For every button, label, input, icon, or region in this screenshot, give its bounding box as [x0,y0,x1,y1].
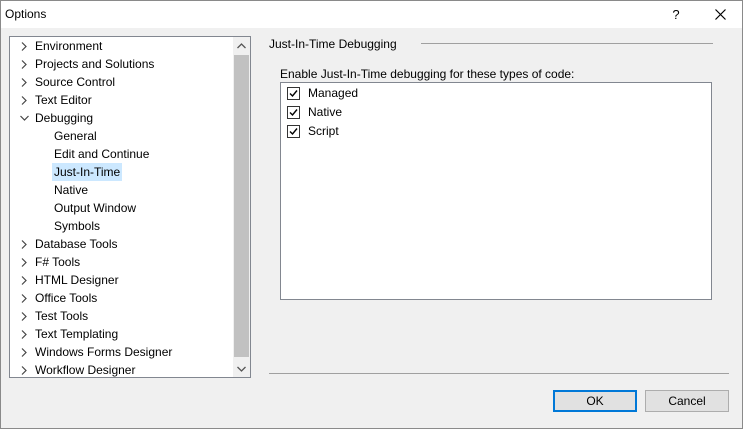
chevron-right-icon[interactable] [18,343,30,361]
close-icon [714,9,726,20]
tree-item[interactable]: Test Tools [10,307,232,325]
section-title: Just-In-Time Debugging [269,37,397,51]
tree-item[interactable]: Environment [10,37,232,55]
tree-item[interactable]: F# Tools [10,253,232,271]
chevron-down-icon[interactable] [18,109,30,127]
bottom-divider [269,373,729,374]
chevron-down-icon [237,366,246,372]
options-tree[interactable]: Environment Projects and Solutions Source … [9,36,251,378]
option-label: Script [308,124,339,138]
title-bar: Options ? [1,1,742,28]
tree-item[interactable]: Projects and Solutions [10,55,232,73]
tree-item[interactable]: Office Tools [10,289,232,307]
tree-item-label: Debugging [35,111,94,125]
tree-item-label: Database Tools [35,237,118,251]
checkbox[interactable] [287,124,300,138]
option-label: Managed [308,86,359,100]
tree-item[interactable]: General [10,127,232,145]
tree-item-label: HTML Designer [35,273,119,287]
tree-item-label: Windows Forms Designer [35,345,173,359]
ok-button[interactable]: OK [553,390,637,412]
tree-item[interactable]: Windows Forms Designer [10,343,232,361]
scroll-down-button[interactable] [233,360,250,377]
tree-item-label: Edit and Continue [54,147,150,161]
tree-item-label: Output Window [54,201,137,215]
help-button[interactable]: ? [662,1,690,28]
code-type-list: Managed Native Script [280,82,712,300]
window-title: Options [5,7,47,21]
tree-item[interactable]: Database Tools [10,235,232,253]
ok-button-label: OK [586,394,604,408]
chevron-right-icon[interactable] [18,235,30,253]
tree-item[interactable]: Workflow Designer [10,361,232,377]
tree-item-label: F# Tools [35,255,81,269]
checkmark-icon [289,89,298,97]
code-type-option[interactable]: Managed [287,84,358,102]
scroll-thumb[interactable] [234,55,249,357]
tree-item-label: Symbols [54,219,101,233]
tree-item-label: Text Templating [35,327,119,341]
option-label: Native [308,105,343,119]
tree-item-label: Office Tools [35,291,98,305]
tree-item-label: Source Control [35,75,116,89]
chevron-up-icon [237,42,246,48]
close-button[interactable] [704,1,736,28]
tree-item-label: Workflow Designer [35,363,136,377]
tree-item[interactable]: Source Control [10,73,232,91]
tree-item-label: Test Tools [35,309,89,323]
tree-item[interactable]: Text Templating [10,325,232,343]
tree-item[interactable]: HTML Designer [10,271,232,289]
tree-item[interactable]: Text Editor [10,91,232,109]
section-divider [421,43,713,44]
tree-item[interactable]: Symbols [10,217,232,235]
tree-item[interactable]: Edit and Continue [10,145,232,163]
cancel-button-label: Cancel [668,394,706,408]
chevron-right-icon[interactable] [18,55,30,73]
tree-item[interactable]: Debugging [10,109,232,127]
checkmark-icon [289,127,298,135]
help-icon: ? [672,7,680,22]
scroll-up-button[interactable] [233,37,250,54]
cancel-button[interactable]: Cancel [645,390,729,412]
tree-scrollbar[interactable] [233,37,250,377]
code-type-option[interactable]: Script [287,122,339,140]
chevron-right-icon[interactable] [18,91,30,109]
chevron-right-icon[interactable] [18,253,30,271]
checkmark-icon [289,108,298,116]
tree-item-label: Projects and Solutions [35,57,155,71]
tree-item[interactable]: Just-In-Time [10,163,232,181]
chevron-right-icon[interactable] [18,361,30,377]
tree-item[interactable]: Native [10,181,232,199]
checkbox[interactable] [287,86,300,100]
tree-item-label: General [54,129,97,143]
tree-item[interactable]: Output Window [10,199,232,217]
chevron-right-icon[interactable] [18,289,30,307]
chevron-right-icon[interactable] [18,325,30,343]
tree-item-label: Environment [35,39,103,53]
chevron-right-icon[interactable] [18,37,30,55]
chevron-right-icon[interactable] [18,307,30,325]
tree-item-label: Just-In-Time [52,163,123,181]
chevron-right-icon[interactable] [18,73,30,91]
chevron-right-icon[interactable] [18,271,30,289]
tree-item-label: Native [54,183,89,197]
tree-item-label: Text Editor [35,93,92,107]
jit-prompt-label: Enable Just-In-Time debugging for these … [280,67,575,81]
checkbox[interactable] [287,105,300,119]
options-dialog: Options ? EnvironmentProjects and Solut [0,0,743,429]
code-type-option[interactable]: Native [287,103,342,121]
